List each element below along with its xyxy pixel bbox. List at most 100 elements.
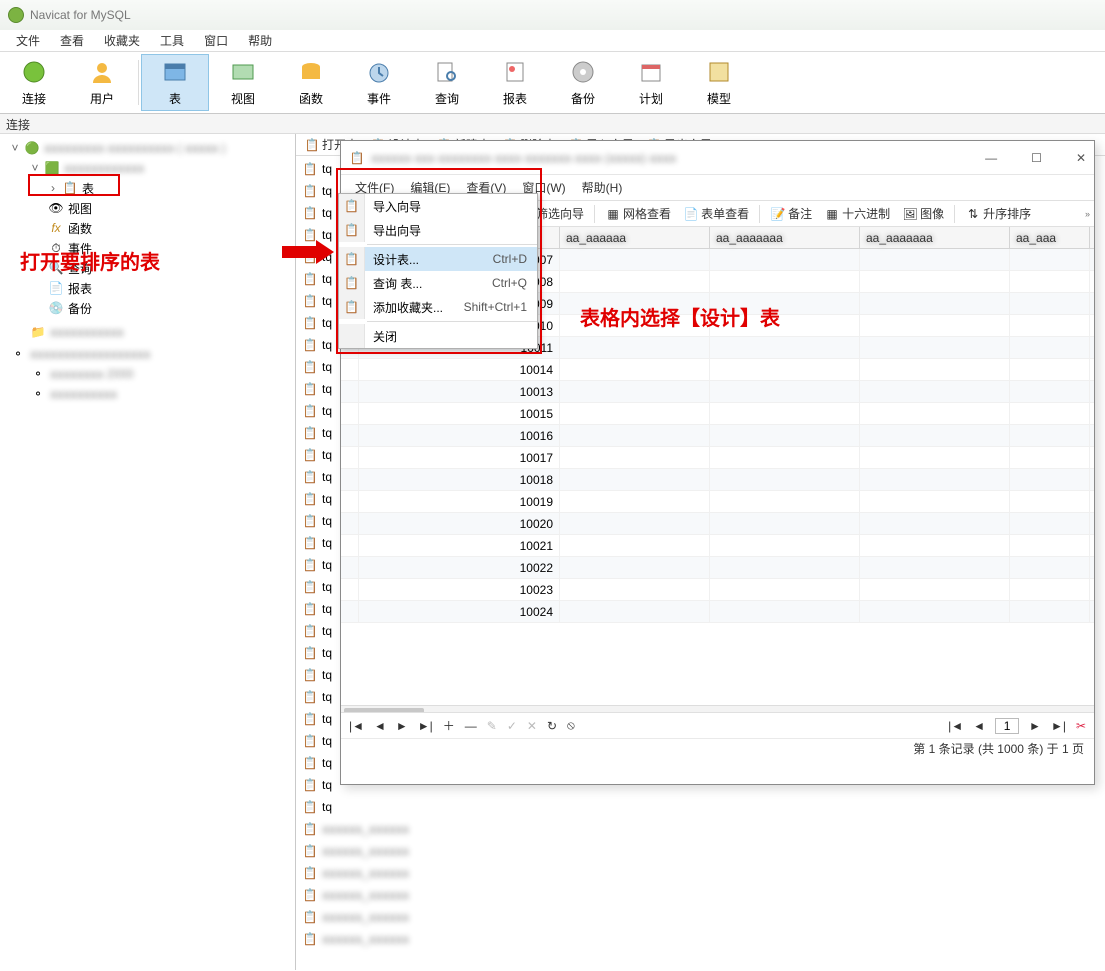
grid-row[interactable]: 10013 — [341, 381, 1094, 403]
child-tb-gridview[interactable]: ▦网格查看 — [599, 205, 677, 222]
grid-row[interactable]: 10021 — [341, 535, 1094, 557]
child-tb-hex[interactable]: ▦十六进制 — [818, 205, 896, 222]
child-close-button[interactable]: ✕ — [1076, 151, 1086, 165]
menu-help[interactable]: 帮助 — [238, 32, 282, 49]
tree-events[interactable]: ⏱ 事件 — [0, 238, 295, 258]
toolbar-view-button[interactable]: 视图 — [209, 54, 277, 111]
nav-refresh-button[interactable]: ↻ — [547, 719, 557, 733]
tree-reports[interactable]: 📄 报表 — [0, 278, 295, 298]
nav-prev-button[interactable]: ◄ — [374, 719, 386, 733]
table-list-item[interactable]: 📋tq — [296, 796, 1105, 818]
child-maximize-button[interactable]: ☐ — [1031, 151, 1042, 165]
grid-row[interactable]: 10020 — [341, 513, 1094, 535]
func-icon — [297, 58, 325, 86]
menu-window[interactable]: 窗口 — [194, 32, 238, 49]
app-title: Navicat for MySQL — [30, 8, 131, 22]
horizontal-scrollbar[interactable] — [341, 705, 1094, 712]
chevron-right-icon[interactable]: » — [1085, 209, 1090, 219]
user-icon — [88, 58, 116, 86]
table-list-item[interactable]: 📋aaaaaa_aaaaaa — [296, 906, 1105, 928]
ctx-item[interactable]: 📋导入向导 — [339, 194, 537, 218]
table-icon: 📋 — [302, 733, 318, 749]
nav-next-button[interactable]: ► — [396, 719, 408, 733]
ctx-item[interactable]: 📋添加收藏夹...Shift+Ctrl+1 — [339, 295, 537, 319]
table-icon: 📋 — [302, 513, 318, 529]
grid-row[interactable]: 10017 — [341, 447, 1094, 469]
event-icon — [365, 58, 393, 86]
plug-icon: ⚬ — [10, 346, 26, 362]
tree-db-node[interactable]: ˅ 🟩 aaaaaaaaaaaa — [0, 158, 295, 178]
table-icon: 📋 — [344, 276, 359, 290]
grid-row[interactable]: 10014 — [341, 359, 1094, 381]
table-icon: 📋 — [302, 909, 318, 925]
menu-favorites[interactable]: 收藏夹 — [94, 32, 150, 49]
tree-conn-blur2[interactable]: ⚬ aaaaaaaa 2000 — [0, 364, 295, 384]
nav-settings-button[interactable]: ✂ — [1076, 719, 1086, 733]
table-list-item[interactable]: 📋aaaaaa_aaaaaa — [296, 818, 1105, 840]
grid-row[interactable]: 10019 — [341, 491, 1094, 513]
child-tb-formview[interactable]: 📄表单查看 — [677, 205, 755, 222]
sort-asc-icon: ⇅ — [965, 206, 981, 222]
child-title-bar[interactable]: 📋 aaaaaa aaa aaaaaaaa aaaa aaaaaaa aaaa … — [341, 141, 1094, 175]
toolbar-backup-button[interactable]: 备份 — [549, 54, 617, 111]
page-input[interactable] — [995, 718, 1019, 734]
grid-row[interactable]: 10022 — [341, 557, 1094, 579]
toolbar-table-button[interactable]: 表 — [141, 54, 209, 111]
child-menu-help[interactable]: 帮助(H) — [574, 179, 631, 196]
tree-functions[interactable]: fx 函数 — [0, 218, 295, 238]
table-list-item[interactable]: 📋aaaaaa_aaaaaa — [296, 862, 1105, 884]
toolbar-query-button[interactable]: 查询 — [413, 54, 481, 111]
toolbar-func-button[interactable]: 函数 — [277, 54, 345, 111]
nav-first-button[interactable]: |◄ — [349, 719, 364, 733]
toolbar-model-button[interactable]: 模型 — [685, 54, 753, 111]
ctx-item[interactable]: 关闭 — [339, 324, 537, 348]
tree-db-blur[interactable]: 📁 aaaaaaaaaaa — [0, 322, 295, 342]
toolbar-schedule-button[interactable]: 计划 — [617, 54, 685, 111]
grid-row[interactable]: 10023 — [341, 579, 1094, 601]
ctx-item[interactable]: 📋导出向导 — [339, 218, 537, 242]
tree-conn-blur[interactable]: ⚬ aaaaaaaaaaaaaaaaaa — [0, 344, 295, 364]
table-icon: 📋 — [302, 205, 318, 221]
nav-remove-button[interactable]: — — [465, 719, 477, 733]
table-list-item[interactable]: 📋aaaaaa_aaaaaa — [296, 928, 1105, 950]
toolbar-event-button[interactable]: 事件 — [345, 54, 413, 111]
nav-last-button[interactable]: ►| — [418, 719, 433, 733]
nav-add-button[interactable]: ＋ — [443, 717, 455, 734]
grid-row[interactable]: 10015 — [341, 403, 1094, 425]
tree-backups[interactable]: 💿 备份 — [0, 298, 295, 318]
tree-views[interactable]: 👁 视图 — [0, 198, 295, 218]
child-tb-memo[interactable]: 📝备注 — [764, 205, 818, 222]
menu-tools[interactable]: 工具 — [150, 32, 194, 49]
tree-conn-blur3[interactable]: ⚬ aaaaaaaaaa — [0, 384, 295, 404]
toolbar-user-button[interactable]: 用户 — [68, 54, 136, 111]
table-list-item[interactable]: 📋aaaaaa_aaaaaa — [296, 884, 1105, 906]
menu-view[interactable]: 查看 — [50, 32, 94, 49]
grid-row[interactable]: 10024 — [341, 601, 1094, 623]
table-icon: 📋 — [302, 535, 318, 551]
table-icon: 📋 — [302, 579, 318, 595]
nav-stop-button[interactable]: ⦸ — [567, 718, 575, 733]
tree-tables[interactable]: › 📋 表 — [0, 178, 295, 198]
toolbar-plug-button[interactable]: 连接 — [0, 54, 68, 111]
page-prev-button[interactable]: ◄ — [973, 719, 985, 733]
page-next-button[interactable]: ► — [1029, 719, 1041, 733]
ctx-item[interactable]: 📋查询 表...Ctrl+Q — [339, 271, 537, 295]
grid-row[interactable]: 10016 — [341, 425, 1094, 447]
grid-icon: ▦ — [605, 206, 621, 222]
tree-queries[interactable]: 🔍 查询 — [0, 258, 295, 278]
page-last-button[interactable]: ►| — [1051, 719, 1066, 733]
menu-file[interactable]: 文件 — [6, 32, 50, 49]
nav-edit-button[interactable]: ✎ — [487, 719, 497, 733]
tree-conn-root[interactable]: ˅ 🟢 aaaaaaaaa aaaaaaaaaa ( aaaaa ) — [0, 138, 295, 158]
child-tb-sort-asc[interactable]: ⇅升序排序 — [959, 205, 1037, 222]
toolbar-report-button[interactable]: 报表 — [481, 54, 549, 111]
table-icon: 📋 — [302, 315, 318, 331]
page-first-button[interactable]: |◄ — [948, 719, 963, 733]
nav-apply-button[interactable]: ✓ — [507, 719, 517, 733]
table-list-item[interactable]: 📋aaaaaa_aaaaaa — [296, 840, 1105, 862]
ctx-item[interactable]: 📋设计表...Ctrl+D — [339, 247, 537, 271]
child-minimize-button[interactable]: — — [985, 151, 997, 165]
nav-cancel-button[interactable]: ✕ — [527, 719, 537, 733]
child-tb-image[interactable]: 🖼图像 — [896, 205, 950, 222]
grid-row[interactable]: 10018 — [341, 469, 1094, 491]
